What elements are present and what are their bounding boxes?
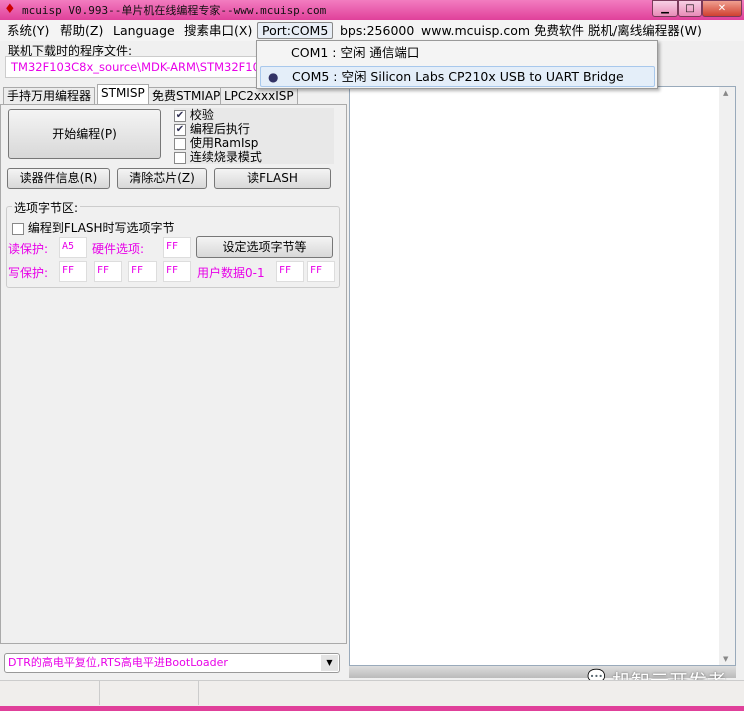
- checkbox-run-after[interactable]: ✔: [174, 123, 186, 136]
- option-ramisp[interactable]: 使用RamIsp: [174, 136, 334, 150]
- title-bar: ♦ mcuisp V0.993--单片机在线编程专家--www.mcuisp.c…: [0, 0, 744, 20]
- read-protect-field[interactable]: A5: [59, 237, 87, 258]
- option-verify[interactable]: ✔ 校验: [174, 108, 334, 122]
- write-option-bytes-label: 编程到FLASH时写选项字节: [27, 221, 175, 235]
- menu-help[interactable]: 帮助(Z): [60, 23, 103, 40]
- checkbox-verify[interactable]: ✔: [174, 109, 186, 122]
- menu-port[interactable]: Port:COM5: [257, 22, 334, 39]
- maximize-button[interactable]: □: [678, 0, 702, 17]
- menu-search-port[interactable]: 搜素串口(X): [184, 23, 252, 40]
- radio-selected-icon: ●: [268, 70, 279, 84]
- port-dropdown-menu: COM1 : 空闲 通信端口 ● COM5 : 空闲 Silicon Labs C…: [256, 40, 658, 89]
- window-border: [0, 706, 744, 711]
- option-label: 连续烧录模式: [189, 150, 262, 164]
- output-log[interactable]: ▲ ▼: [349, 86, 736, 666]
- tab-stmiap[interactable]: 免费STMIAP: [148, 87, 225, 105]
- status-bar: [0, 680, 744, 706]
- boot-mode-value: DTR的高电平复位,RTS高电平进BootLoader: [8, 656, 228, 669]
- status-divider: [198, 681, 199, 705]
- read-info-button[interactable]: 读器件信息(R): [7, 168, 110, 189]
- app-icon: ♦: [4, 2, 16, 17]
- read-flash-button[interactable]: 读FLASH: [214, 168, 331, 189]
- user-data-field-1[interactable]: FF: [307, 261, 335, 282]
- close-button[interactable]: ✕: [702, 0, 742, 17]
- port-item-com1[interactable]: COM1 : 空闲 通信端口: [260, 43, 655, 64]
- erase-chip-button[interactable]: 清除芯片(Z): [117, 168, 207, 189]
- start-program-button[interactable]: 开始编程(P): [8, 109, 161, 159]
- option-label: 编程后执行: [189, 122, 250, 136]
- checkbox-ramisp[interactable]: [174, 137, 186, 150]
- write-protect-field-3[interactable]: FF: [163, 261, 191, 282]
- tab-handheld[interactable]: 手持万用编程器: [3, 87, 96, 105]
- option-label: 使用RamIsp: [189, 136, 259, 150]
- minimize-button[interactable]: ▁: [652, 0, 678, 17]
- user-data-label: 用户数据0-1: [197, 266, 265, 280]
- tab-lpc[interactable]: LPC2xxxISP: [220, 87, 298, 105]
- checkbox-write-option-bytes[interactable]: [12, 222, 24, 235]
- option-label: 校验: [189, 108, 214, 122]
- hw-option-field[interactable]: FF: [163, 237, 191, 258]
- option-run-after[interactable]: ✔ 编程后执行: [174, 122, 334, 136]
- hw-option-label: 硬件选项:: [92, 242, 145, 256]
- port-item-label: COM5 : 空闲 Silicon Labs CP210x USB to UAR…: [292, 69, 624, 84]
- log-scrollbar[interactable]: ▲ ▼: [719, 87, 735, 665]
- status-divider: [99, 681, 100, 705]
- scroll-up-icon[interactable]: ▲: [723, 89, 728, 97]
- window-title: mcuisp V0.993--单片机在线编程专家--www.mcuisp.com: [22, 4, 327, 17]
- port-item-com5[interactable]: ● COM5 : 空闲 Silicon Labs CP210x USB to UA…: [260, 66, 655, 87]
- option-bytes-title: 选项字节区:: [12, 199, 81, 216]
- read-protect-label: 读保护:: [8, 242, 49, 256]
- write-protect-field-0[interactable]: FF: [59, 261, 87, 282]
- chevron-down-icon[interactable]: ▼: [321, 655, 338, 671]
- menu-website[interactable]: www.mcuisp.com 免费软件 脱机/离线编程器(W): [421, 23, 702, 40]
- user-data-field-0[interactable]: FF: [276, 261, 304, 282]
- options-area: ✔ 校验 ✔ 编程后执行 使用RamIsp 连续烧录模式: [174, 108, 334, 164]
- write-option-bytes-option[interactable]: 编程到FLASH时写选项字节: [12, 219, 175, 236]
- scroll-down-icon[interactable]: ▼: [723, 655, 728, 663]
- write-protect-label: 写保护:: [8, 266, 49, 280]
- menu-bps[interactable]: bps:256000: [340, 23, 414, 40]
- menu-language[interactable]: Language: [113, 23, 175, 40]
- checkbox-continuous[interactable]: [174, 151, 186, 164]
- menu-system[interactable]: 系统(Y): [7, 23, 49, 40]
- option-continuous[interactable]: 连续烧录模式: [174, 150, 334, 164]
- tab-stmisp[interactable]: STMISP: [97, 84, 149, 105]
- write-protect-field-2[interactable]: FF: [128, 261, 157, 282]
- boot-mode-select[interactable]: DTR的高电平复位,RTS高电平进BootLoader ▼: [4, 653, 340, 673]
- set-option-bytes-button[interactable]: 设定选项字节等: [196, 236, 333, 258]
- write-protect-field-1[interactable]: FF: [94, 261, 122, 282]
